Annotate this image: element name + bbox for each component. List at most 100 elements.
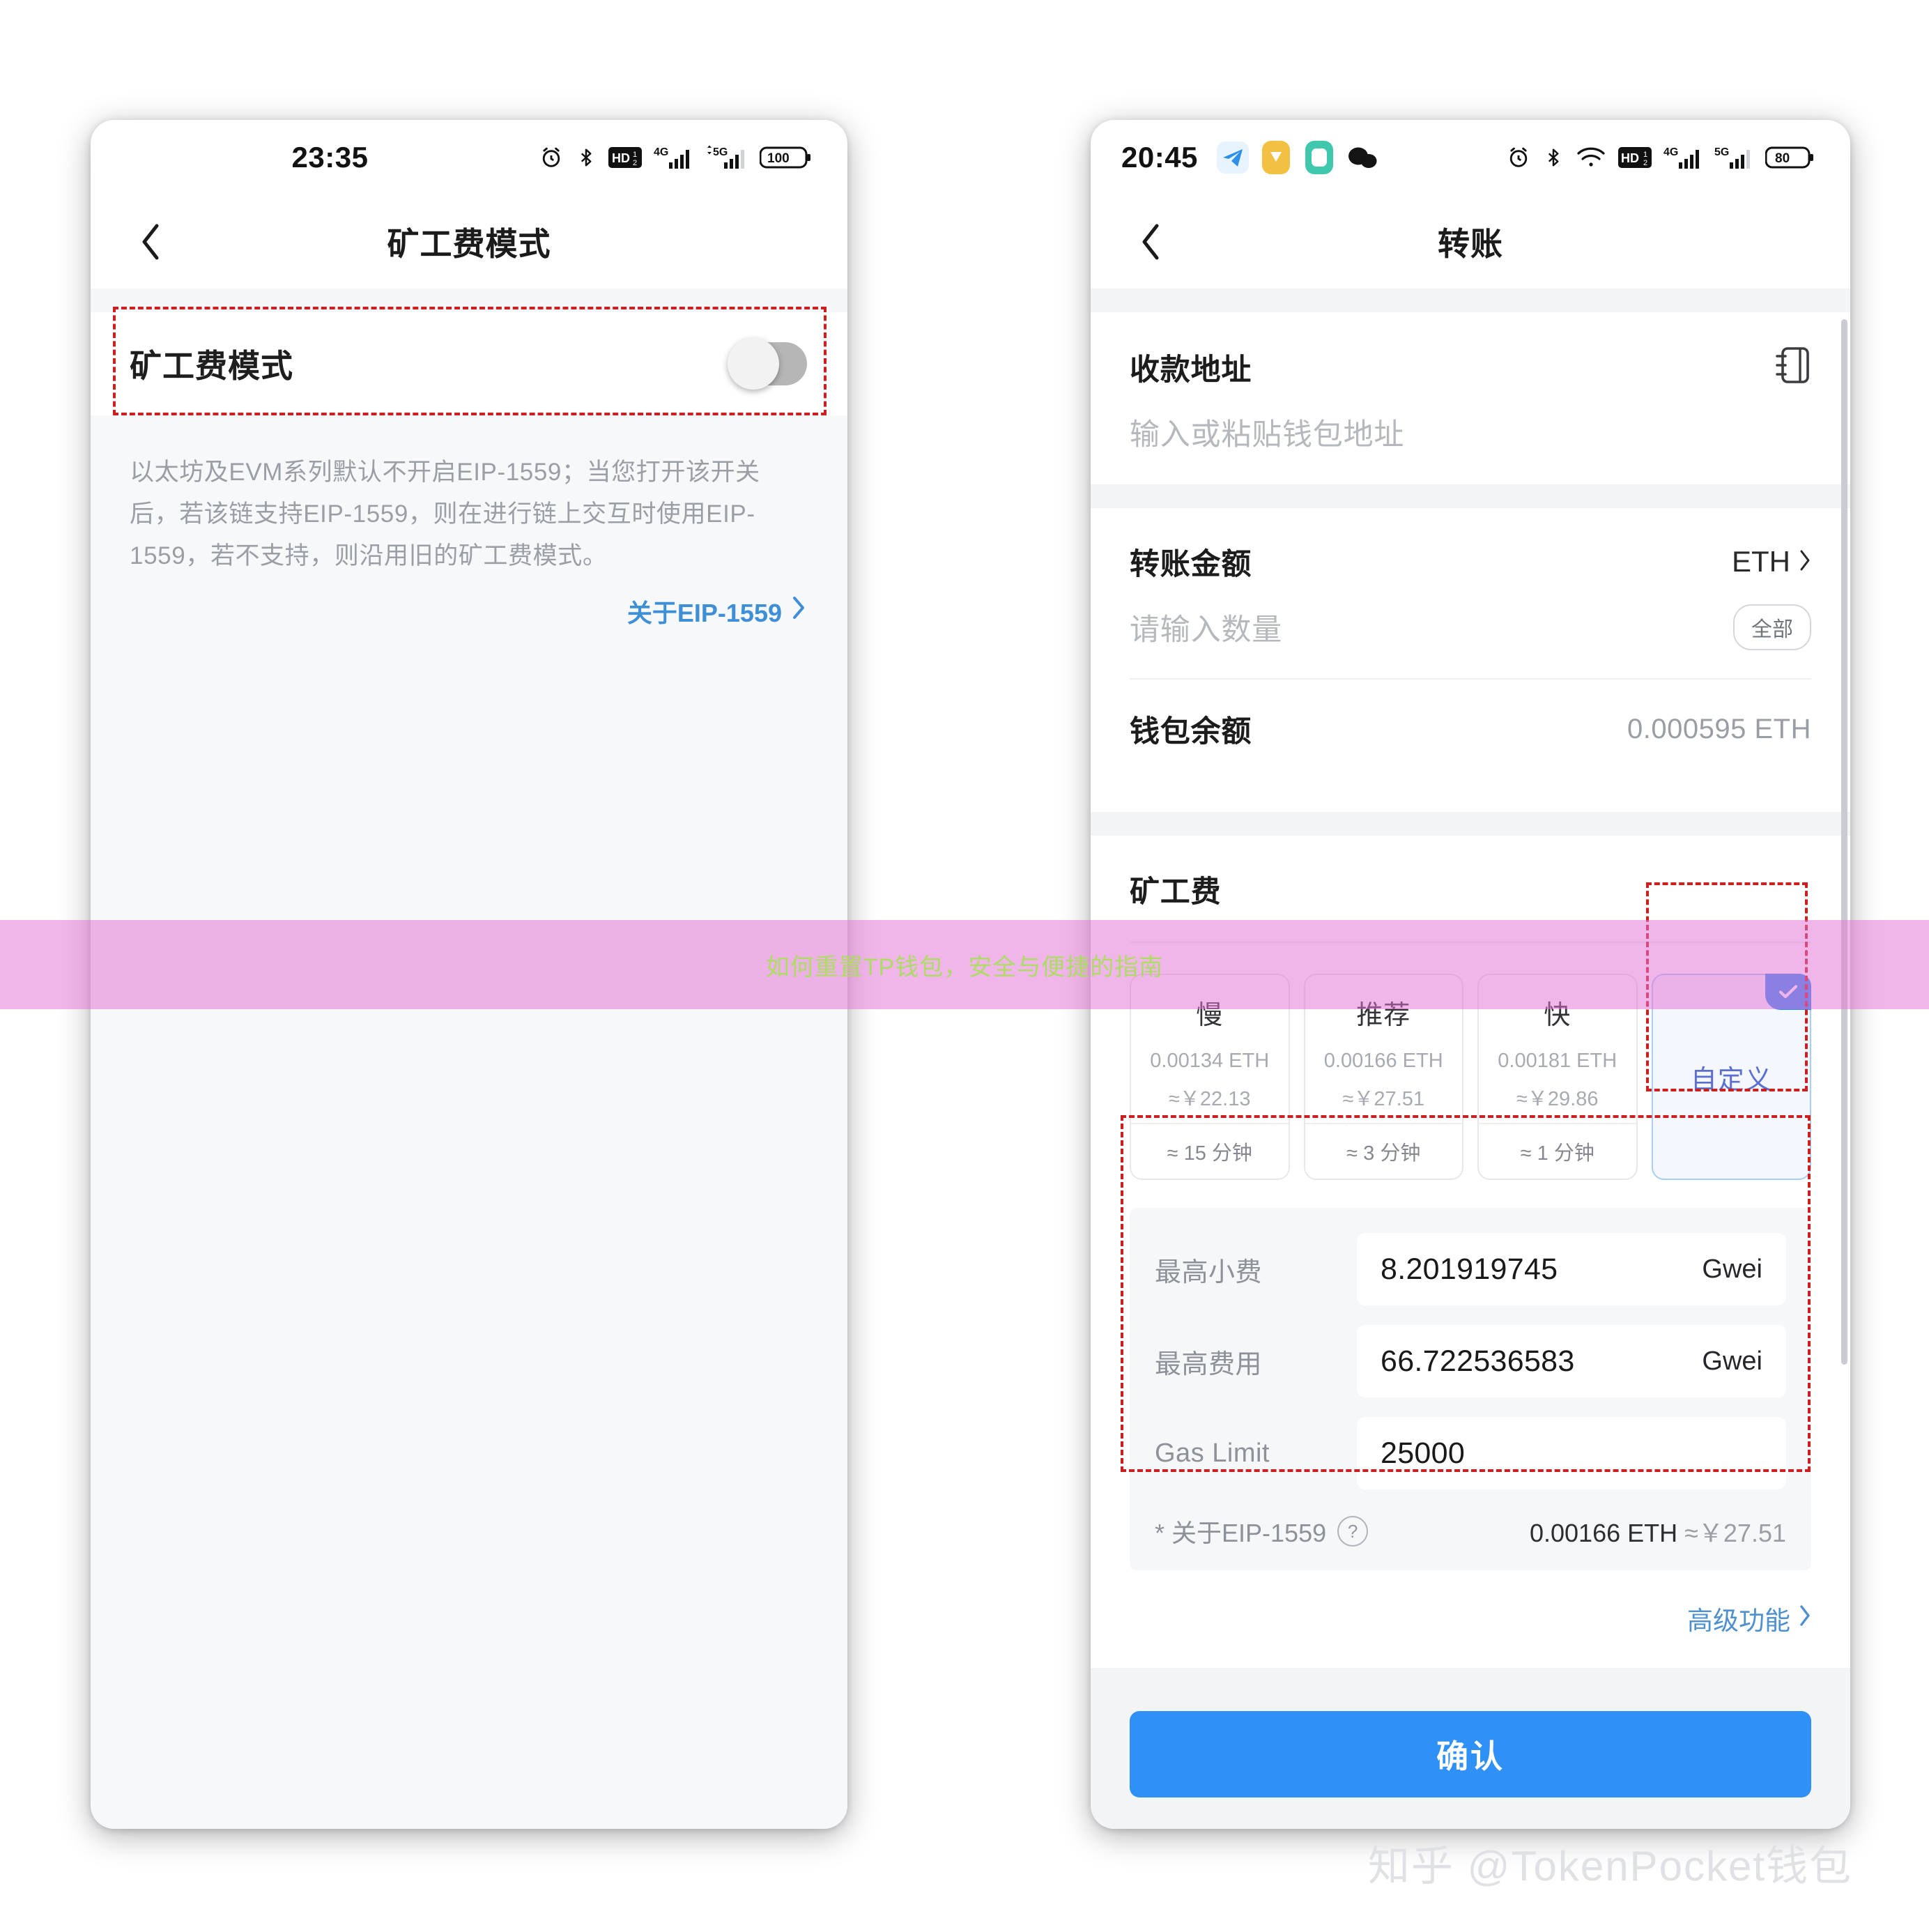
total-fee-eth: 0.00166 ETH — [1529, 1519, 1678, 1547]
svg-text:100: 100 — [767, 151, 790, 166]
bluetooth-icon — [576, 145, 597, 170]
section-gap — [91, 289, 847, 312]
transfer-scroll-area: 收款地址 输入或粘贴钱包地址 转账金额 ETH 请输入数量 全部 钱包余额 0.… — [1091, 289, 1850, 1829]
max-fee-value: 66.722536583 — [1381, 1344, 1575, 1378]
max-amount-button[interactable]: 全部 — [1733, 604, 1811, 650]
gas-limit-input[interactable]: 25000 — [1357, 1417, 1786, 1489]
about-eip1559-note[interactable]: * 关于EIP-1559 ? — [1155, 1513, 1369, 1549]
gas-option-name: 快 — [1544, 1001, 1571, 1030]
gas-option-name: 推荐 — [1356, 1001, 1411, 1030]
svg-text:2: 2 — [1643, 159, 1647, 167]
gas-mode-setting-row[interactable]: 矿工费模式 — [91, 312, 847, 415]
gas-fee-options: 慢 0.00134 ETH ≈￥22.13 ≈ 15 分钟 推荐 0.00166… — [1130, 943, 1811, 1180]
gas-option-time: ≈ 3 分钟 — [1346, 1142, 1421, 1165]
scrollbar-thumb[interactable] — [1841, 319, 1847, 1365]
svg-text:4G: 4G — [1663, 146, 1678, 158]
recipient-address-label: 收款地址 — [1130, 353, 1252, 387]
advanced-features-link[interactable]: 高级功能 — [1130, 1570, 1811, 1668]
about-eip1559-link[interactable]: 关于EIP-1559 — [130, 593, 806, 629]
gas-option-cny: ≈￥22.13 — [1169, 1088, 1251, 1110]
gas-option-time: ≈ 15 分钟 — [1167, 1142, 1252, 1165]
max-fee-unit: Gwei — [1702, 1346, 1762, 1376]
max-priority-fee-row: 最高小费 8.201919745 Gwei — [1155, 1233, 1786, 1305]
token-symbol: ETH — [1732, 545, 1790, 578]
amount-input[interactable]: 请输入数量 — [1130, 606, 1282, 649]
description-block: 以太坊及EVM系列默认不开启EIP-1559；当您打开该开关后，若该链支持EIP… — [91, 415, 847, 629]
gas-mode-toggle[interactable] — [728, 338, 807, 390]
gas-option-cny: ≈￥27.51 — [1342, 1088, 1425, 1110]
amount-label: 转账金额 — [1130, 548, 1252, 581]
svg-text:1: 1 — [633, 151, 637, 159]
svg-text:2: 2 — [633, 159, 637, 167]
max-priority-fee-unit: Gwei — [1702, 1254, 1762, 1284]
gas-option-eth: 0.00181 ETH — [1498, 1050, 1617, 1072]
confirm-button-zone: 确认 — [1091, 1668, 1850, 1829]
back-button[interactable] — [1130, 221, 1171, 263]
back-button[interactable] — [130, 221, 171, 263]
about-eip1559-note-label: * 关于EIP-1559 — [1155, 1519, 1327, 1547]
hd-voice-icon: HD 1 2 — [608, 145, 642, 170]
4g-signal-icon: 4G — [1663, 144, 1703, 171]
right-nav-bar: 转账 — [1091, 195, 1850, 289]
gas-option-eth: 0.00134 ETH — [1150, 1050, 1270, 1072]
max-priority-fee-input[interactable]: 8.201919745 Gwei — [1357, 1233, 1786, 1305]
section-gap — [1091, 289, 1850, 312]
toggle-knob — [728, 338, 779, 390]
amount-card: 转账金额 ETH 请输入数量 全部 钱包余额 0.000595 ETH — [1091, 508, 1850, 812]
gas-option-fast[interactable]: 快 0.00181 ETH ≈￥29.86 ≈ 1 分钟 — [1477, 974, 1638, 1180]
section-gap — [1091, 484, 1850, 508]
wifi-icon — [1576, 145, 1606, 170]
alarm-icon — [539, 145, 564, 170]
page-title: 转账 — [1438, 226, 1503, 262]
about-eip1559-label: 关于EIP-1559 — [627, 598, 782, 627]
chevron-right-icon — [1799, 545, 1811, 578]
status-time: 23:35 — [291, 141, 369, 174]
page-title: 矿工费模式 — [387, 226, 551, 262]
alarm-icon — [1506, 145, 1531, 170]
status-app-icons — [1216, 141, 1379, 174]
eip-description-text: 以太坊及EVM系列默认不开启EIP-1559；当您打开该开关后，若该链支持EIP… — [130, 459, 760, 570]
shield-app-icon — [1259, 141, 1293, 174]
5g-signal-icon: 5G — [705, 144, 748, 171]
address-book-icon[interactable] — [1774, 344, 1811, 390]
section-gap — [1091, 812, 1850, 836]
left-screen-body: 矿工费模式 以太坊及EVM系列默认不开启EIP-1559；当您打开该开关后，若该… — [91, 289, 847, 1829]
svg-text:1: 1 — [1643, 151, 1647, 159]
gas-option-custom[interactable]: 自定义 — [1651, 974, 1811, 1180]
left-phone-frame: 23:35 HD 1 2 4G 5G 100 矿工费模式 矿工费模式 以太坊及E… — [91, 120, 847, 1829]
4g-signal-icon: 4G — [654, 144, 693, 171]
bluetooth-icon — [1543, 145, 1564, 170]
wallet-balance-value: 0.000595 ETH — [1627, 713, 1811, 744]
recipient-address-card: 收款地址 输入或粘贴钱包地址 — [1091, 312, 1850, 484]
hd-voice-icon: HD 1 2 — [1618, 145, 1652, 170]
gas-option-recommended[interactable]: 推荐 0.00166 ETH ≈￥27.51 ≈ 3 分钟 — [1303, 974, 1463, 1180]
wallet-balance-label: 钱包余额 — [1130, 715, 1252, 749]
gas-fee-title: 矿工费 — [1130, 875, 1222, 909]
recipient-address-input[interactable]: 输入或粘贴钱包地址 — [1130, 418, 1404, 452]
check-icon — [1765, 974, 1811, 1010]
max-fee-label: 最高费用 — [1155, 1349, 1263, 1379]
custom-fee-footer: * 关于EIP-1559 ? 0.00166 ETH ≈￥27.51 — [1155, 1513, 1786, 1549]
wechat-icon — [1346, 141, 1379, 174]
watermark: 知乎 @TokenPocket钱包 — [1367, 1843, 1852, 1889]
svg-text:4G: 4G — [654, 146, 668, 158]
gas-option-slow[interactable]: 慢 0.00134 ETH ≈￥22.13 ≈ 15 分钟 — [1130, 974, 1290, 1180]
confirm-button[interactable]: 确认 — [1130, 1711, 1811, 1797]
gas-limit-label: Gas Limit — [1155, 1438, 1270, 1468]
svg-text:HD: HD — [612, 151, 630, 165]
gas-option-eth: 0.00166 ETH — [1323, 1050, 1443, 1072]
max-fee-input[interactable]: 66.722536583 Gwei — [1357, 1325, 1786, 1397]
battery-icon: 80 — [1765, 144, 1814, 171]
question-circle-icon[interactable]: ? — [1337, 1516, 1369, 1547]
gas-option-cny: ≈￥29.86 — [1516, 1088, 1599, 1110]
status-right-icons: HD 1 2 4G 5G — [1506, 144, 1814, 171]
svg-text:80: 80 — [1775, 151, 1790, 166]
gas-option-name: 自定义 — [1690, 1065, 1772, 1095]
token-selector[interactable]: ETH — [1732, 545, 1811, 578]
status-time: 20:45 — [1121, 141, 1198, 174]
battery-icon: 100 — [760, 144, 811, 171]
telegram-icon — [1216, 141, 1250, 174]
svg-text:HD: HD — [1621, 151, 1639, 165]
advanced-features-label: 高级功能 — [1687, 1607, 1790, 1635]
right-status-bar: 20:45 HD 1 2 4G 5G 80 — [1091, 120, 1850, 195]
